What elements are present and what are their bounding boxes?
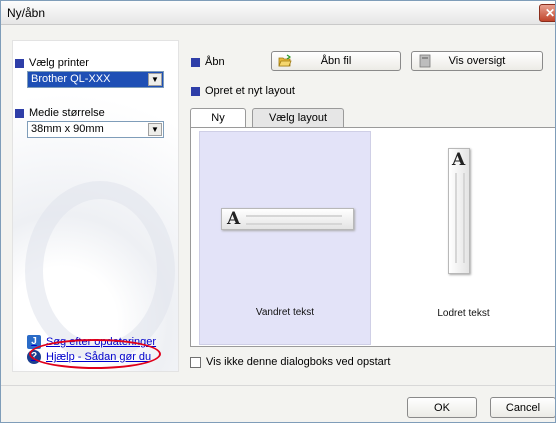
letter-a-icon: A	[227, 209, 241, 229]
media-section-label: Medie størrelse	[15, 107, 105, 119]
horizontal-text-card[interactable]: A Vandret tekst	[199, 131, 371, 345]
ok-button[interactable]: OK	[407, 397, 477, 418]
left-panel	[12, 40, 179, 372]
tab-ny[interactable]: Ny	[190, 108, 246, 129]
title-bar: Ny/åbn ✕	[1, 1, 556, 25]
section-square-icon	[15, 58, 24, 68]
view-overview-button[interactable]: Vis oversigt	[411, 51, 543, 71]
chevron-down-icon[interactable]: ▼	[148, 73, 162, 86]
startup-checkbox-row[interactable]: Vis ikke denne dialogboks ved opstart	[190, 356, 390, 368]
cancel-button[interactable]: Cancel	[490, 397, 555, 418]
section-square-icon	[15, 108, 24, 118]
view-overview-label: Vis oversigt	[448, 55, 506, 67]
dialog-window: Ny/åbn ✕ Vælg printer Brother QL-XXX ▼ M…	[0, 0, 556, 423]
printer-section-label: Vælg printer	[15, 57, 89, 69]
document-icon	[419, 54, 431, 68]
background-swirl	[25, 181, 175, 361]
text-lines-icon	[455, 173, 465, 263]
vertical-text-card[interactable]: A Lodret tekst	[376, 131, 551, 345]
printer-label: Vælg printer	[29, 57, 89, 69]
media-label: Medie størrelse	[29, 107, 105, 119]
startup-checkbox[interactable]	[190, 356, 201, 368]
tab-ny-label: Ny	[211, 112, 225, 124]
ok-label: OK	[434, 401, 450, 414]
layout-panel: A Vandret tekst A Lodret tekst	[190, 127, 555, 347]
tab-select-layout[interactable]: Vælg layout	[252, 108, 344, 128]
open-file-button[interactable]: Åbn fil	[271, 51, 401, 71]
tab-select-layout-label: Vælg layout	[268, 112, 328, 124]
open-section-label: Åbn	[191, 56, 225, 68]
cancel-label: Cancel	[505, 401, 541, 414]
window-title: Ny/åbn	[7, 6, 46, 20]
vertical-label-preview: A	[448, 148, 470, 274]
text-lines-icon	[246, 215, 342, 225]
folder-open-icon	[278, 54, 292, 67]
new-layout-section-label: Opret et nyt layout	[191, 85, 295, 97]
open-label: Åbn	[205, 56, 225, 68]
vertical-text-label: Lodret tekst	[437, 308, 490, 319]
letter-a-icon: A	[452, 150, 466, 170]
footer-separator	[1, 385, 555, 386]
close-button[interactable]: ✕	[539, 4, 556, 22]
startup-checkbox-label[interactable]: Vis ikke denne dialogboks ved opstart	[206, 356, 390, 368]
horizontal-label-preview: A	[221, 208, 354, 230]
media-value: 38mm x 90mm	[31, 123, 104, 135]
printer-value: Brother QL-XXX	[31, 73, 111, 85]
new-layout-label: Opret et nyt layout	[205, 85, 295, 97]
highlight-ellipse	[29, 339, 161, 369]
chevron-down-icon[interactable]: ▼	[148, 123, 162, 136]
media-select[interactable]: 38mm x 90mm ▼	[27, 121, 164, 138]
section-square-icon	[191, 57, 200, 67]
printer-select[interactable]: Brother QL-XXX ▼	[27, 71, 164, 88]
open-file-label: Åbn fil	[320, 55, 352, 67]
section-square-icon	[191, 86, 200, 96]
horizontal-text-label: Vandret tekst	[255, 307, 315, 318]
close-icon: ✕	[544, 6, 556, 20]
